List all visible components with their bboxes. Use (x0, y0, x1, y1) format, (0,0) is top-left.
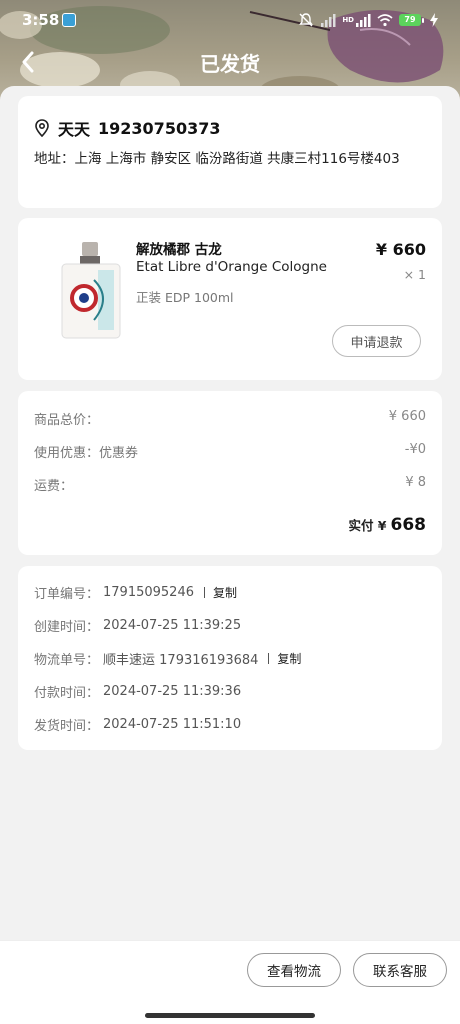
amount-paid-value: 668 (390, 515, 427, 535)
tracking-number-value: 顺丰速运 179316193684 (103, 653, 259, 668)
created-time-row: 创建时间： 2024-07-25 11:39:25 (34, 616, 241, 635)
order-number-value: 17915095246 (103, 585, 194, 600)
discount-label: 使用优惠：优惠券 (34, 446, 139, 461)
shipping-fee-label: 运费： (34, 479, 74, 494)
charging-bolt-icon (430, 13, 438, 27)
created-time-label: 创建时间： (34, 620, 100, 635)
amount-paid: 实付 ¥ 668 (348, 515, 426, 535)
order-number-row: 订单编号： 17915095246 复制 (34, 583, 237, 602)
recipient-phone: 19230750373 (98, 118, 221, 138)
product-card: 解放橘郡 古龙 Etat Libre d'Orange Cologne 正装 E… (18, 218, 442, 380)
address-text: 地址：上海 上海市 静安区 临汾路街道 共康三村116号楼403 (34, 151, 400, 167)
battery-indicator: 79 (399, 14, 424, 26)
copy-order-number-button[interactable]: 复制 (213, 584, 237, 601)
product-name-cn[interactable]: 解放橘郡 古龙 (136, 238, 222, 258)
shipped-time-value: 2024-07-25 11:51:10 (103, 717, 242, 732)
recipient-name: 天天 (58, 120, 91, 139)
product-name-en[interactable]: Etat Libre d'Orange Cologne (136, 259, 327, 275)
payment-time-label: 付款时间： (34, 686, 100, 701)
bottom-action-bar: 查看物流 联系客服 (0, 940, 460, 1024)
product-quantity: × 1 (403, 267, 426, 282)
signal-strong-icon (356, 14, 371, 27)
amount-paid-label: 实付 ¥ (348, 518, 387, 533)
product-price: ¥ 660 (375, 240, 426, 259)
battery-level: 79 (399, 14, 421, 26)
status-icons: HD 79 (298, 12, 438, 28)
price-summary-card: 商品总价： ¥ 660 使用优惠：优惠券 -¥0 运费： ¥ 8 实付 ¥ 66… (18, 391, 442, 555)
location-pin-icon (35, 119, 49, 137)
signal-weak-icon (321, 14, 336, 27)
view-logistics-button[interactable]: 查看物流 (247, 953, 341, 987)
divider (268, 653, 270, 664)
divider (204, 587, 205, 598)
contact-service-button[interactable]: 联系客服 (353, 953, 447, 987)
status-bar: 3:58 HD 79 (0, 0, 460, 40)
navigation-bar: 已发货 (0, 40, 460, 84)
shipped-time-label: 发货时间： (34, 719, 100, 734)
tracking-number-row: 物流单号： 顺丰速运 179316193684 复制 (34, 649, 301, 668)
created-time-value: 2024-07-25 11:39:25 (103, 618, 242, 633)
wifi-icon (377, 14, 393, 27)
shipping-fee-row: 运费： ¥ 8 (34, 475, 426, 494)
perfume-bottle-image[interactable] (52, 240, 130, 340)
status-time: 3:58 (22, 11, 60, 29)
tracking-number-label: 物流单号： (34, 653, 100, 668)
recipient-line: 天天 19230750373 (34, 116, 220, 140)
refund-request-button[interactable]: 申请退款 (332, 325, 421, 357)
network-hd-label: HD (342, 16, 354, 24)
discount-row: 使用优惠：优惠券 -¥0 (34, 442, 426, 461)
subtotal-row: 商品总价： ¥ 660 (34, 409, 426, 428)
page-title: 已发货 (200, 52, 260, 76)
home-indicator[interactable] (145, 1013, 315, 1018)
order-number-label: 订单编号： (34, 587, 100, 602)
shipping-fee-value: ¥ 8 (405, 475, 426, 490)
subtotal-label: 商品总价： (34, 413, 100, 428)
mute-bell-icon (299, 13, 314, 27)
shipping-address-card: 天天 19230750373 地址：上海 上海市 静安区 临汾路街道 共康三村1… (18, 96, 442, 208)
order-info-card: 订单编号： 17915095246 复制 创建时间： 2024-07-25 11… (18, 566, 442, 750)
discount-value: -¥0 (404, 442, 426, 457)
product-spec: 正装 EDP 100ml (136, 290, 234, 305)
payment-time-value: 2024-07-25 11:39:36 (103, 684, 242, 699)
shipped-time-row: 发货时间： 2024-07-25 11:51:10 (34, 715, 241, 734)
subtotal-value: ¥ 660 (388, 409, 426, 424)
app-notification-icon (62, 13, 76, 27)
copy-tracking-number-button[interactable]: 复制 (277, 650, 301, 667)
payment-time-row: 付款时间： 2024-07-25 11:39:36 (34, 682, 241, 701)
battery-tip (422, 17, 424, 23)
